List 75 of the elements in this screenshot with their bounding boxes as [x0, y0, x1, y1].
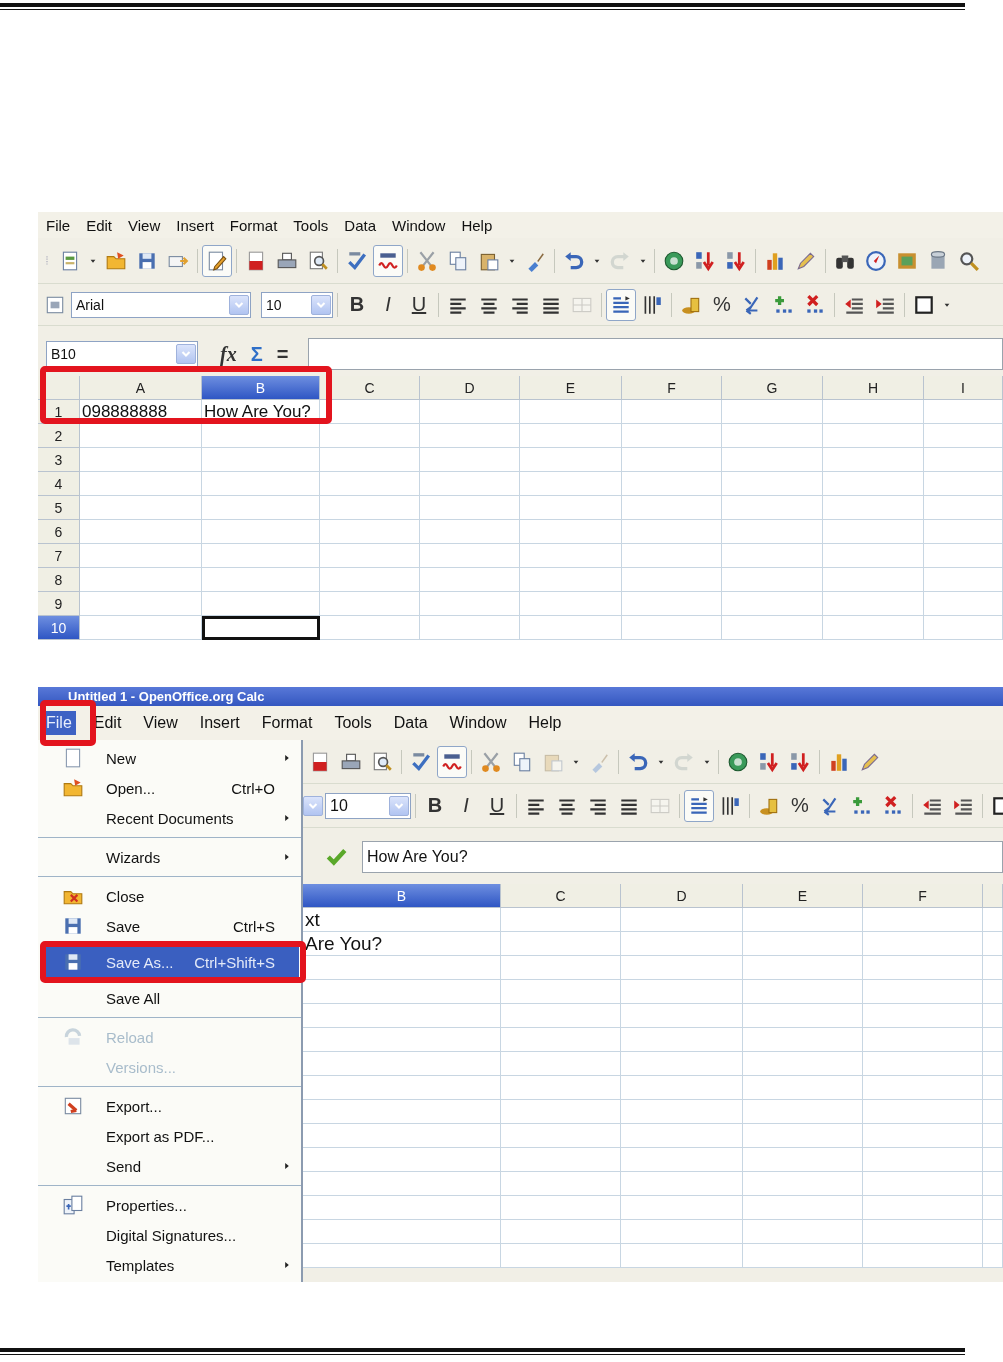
- menu-item[interactable]: Data: [340, 213, 381, 237]
- format-button[interactable]: U: [482, 789, 512, 822]
- menu-entry[interactable]: Properties...: [40, 1190, 299, 1220]
- menu-entry[interactable]: New: [40, 743, 299, 773]
- font-size-field[interactable]: 10: [325, 792, 411, 819]
- column-header[interactable]: E: [520, 376, 622, 400]
- format-button[interactable]: B: [342, 288, 372, 321]
- row-header[interactable]: 8: [38, 568, 80, 592]
- table-cell: How Are You?: [202, 400, 320, 424]
- column-header[interactable]: D: [420, 376, 520, 400]
- menu-item[interactable]: Help: [457, 213, 497, 237]
- menu-entry[interactable]: Send: [40, 1151, 299, 1181]
- column-header[interactable]: B: [202, 376, 320, 400]
- menu-entry[interactable]: Save Ctrl+S: [40, 911, 299, 941]
- column-header[interactable]: F: [622, 376, 722, 400]
- row-header[interactable]: 9: [38, 592, 80, 616]
- font-size-field[interactable]: 10: [261, 291, 333, 318]
- row-header[interactable]: 2: [38, 424, 80, 448]
- menu-entry[interactable]: Recent Documents: [40, 803, 299, 833]
- menu-item[interactable]: Tools: [330, 711, 376, 735]
- column-header[interactable]: D: [621, 884, 743, 908]
- formula-bar-button[interactable]: fx: [216, 342, 241, 366]
- menu-item[interactable]: Edit: [82, 213, 117, 237]
- menu-entry[interactable]: Templates: [40, 1250, 299, 1280]
- menu-item[interactable]: Format: [257, 711, 317, 735]
- menu-item[interactable]: Tools: [289, 213, 333, 237]
- menu-entry[interactable]: Export...: [40, 1091, 299, 1121]
- menu-item[interactable]: Data: [389, 711, 432, 735]
- row-header[interactable]: 5: [38, 496, 80, 520]
- format-button[interactable]: U: [404, 288, 434, 321]
- menu-entry[interactable]: Close: [40, 881, 299, 911]
- table-cell: xt: [303, 908, 501, 932]
- menu-item[interactable]: View: [124, 213, 165, 237]
- menu-entry[interactable]: Open... Ctrl+O: [40, 773, 299, 803]
- column-header[interactable]: E: [743, 884, 863, 908]
- menu-item[interactable]: Help: [524, 711, 566, 735]
- menu-item[interactable]: Window: [445, 711, 511, 735]
- formula-input[interactable]: How Are You?: [362, 841, 1003, 873]
- column-header[interactable]: G: [722, 376, 823, 400]
- column-header[interactable]: I: [924, 376, 1003, 400]
- menu-item[interactable]: Format: [225, 213, 282, 237]
- percent-button[interactable]: %: [785, 789, 815, 822]
- row-header[interactable]: 4: [38, 472, 80, 496]
- column-header[interactable]: C: [501, 884, 621, 908]
- menu-entry[interactable]: Export as PDF...: [40, 1121, 299, 1151]
- column-header[interactable]: F: [863, 884, 983, 908]
- name-box[interactable]: B10: [46, 341, 198, 367]
- column-header[interactable]: C: [320, 376, 420, 400]
- shortcut-text: Ctrl+S: [232, 917, 276, 935]
- column-header[interactable]: A: [80, 376, 202, 400]
- row-header[interactable]: 6: [38, 520, 80, 544]
- formula-bar-button[interactable]: =: [272, 342, 293, 366]
- font-name-field[interactable]: Arial: [71, 291, 251, 318]
- menu-item[interactable]: View: [139, 711, 182, 735]
- menu-item[interactable]: Window: [388, 213, 450, 237]
- row-header[interactable]: 3: [38, 448, 80, 472]
- menu-item[interactable]: Insert: [172, 213, 218, 237]
- shortcut-text: Ctrl+O: [231, 779, 276, 797]
- menu-entry[interactable]: Wizards: [40, 842, 299, 872]
- menu-entry[interactable]: Save All: [40, 983, 299, 1013]
- row-header[interactable]: 7: [38, 544, 80, 568]
- format-button[interactable]: I: [451, 789, 481, 822]
- format-button[interactable]: B: [420, 789, 450, 822]
- menu-entry[interactable]: Digital Signatures...: [40, 1220, 299, 1250]
- formula-bar-button[interactable]: Σ: [246, 342, 267, 366]
- menu-item[interactable]: Insert: [195, 711, 244, 735]
- table-cell: Are You?: [303, 932, 501, 956]
- shortcut-text: Ctrl+Shift+S: [194, 953, 276, 971]
- table-cell: 098888888: [80, 400, 202, 424]
- menu-item[interactable]: File: [42, 213, 75, 237]
- column-header[interactable]: B: [303, 884, 501, 908]
- row-header[interactable]: 10: [38, 616, 80, 640]
- column-header[interactable]: H: [823, 376, 924, 400]
- percent-button[interactable]: %: [707, 288, 737, 321]
- format-button[interactable]: I: [373, 288, 403, 321]
